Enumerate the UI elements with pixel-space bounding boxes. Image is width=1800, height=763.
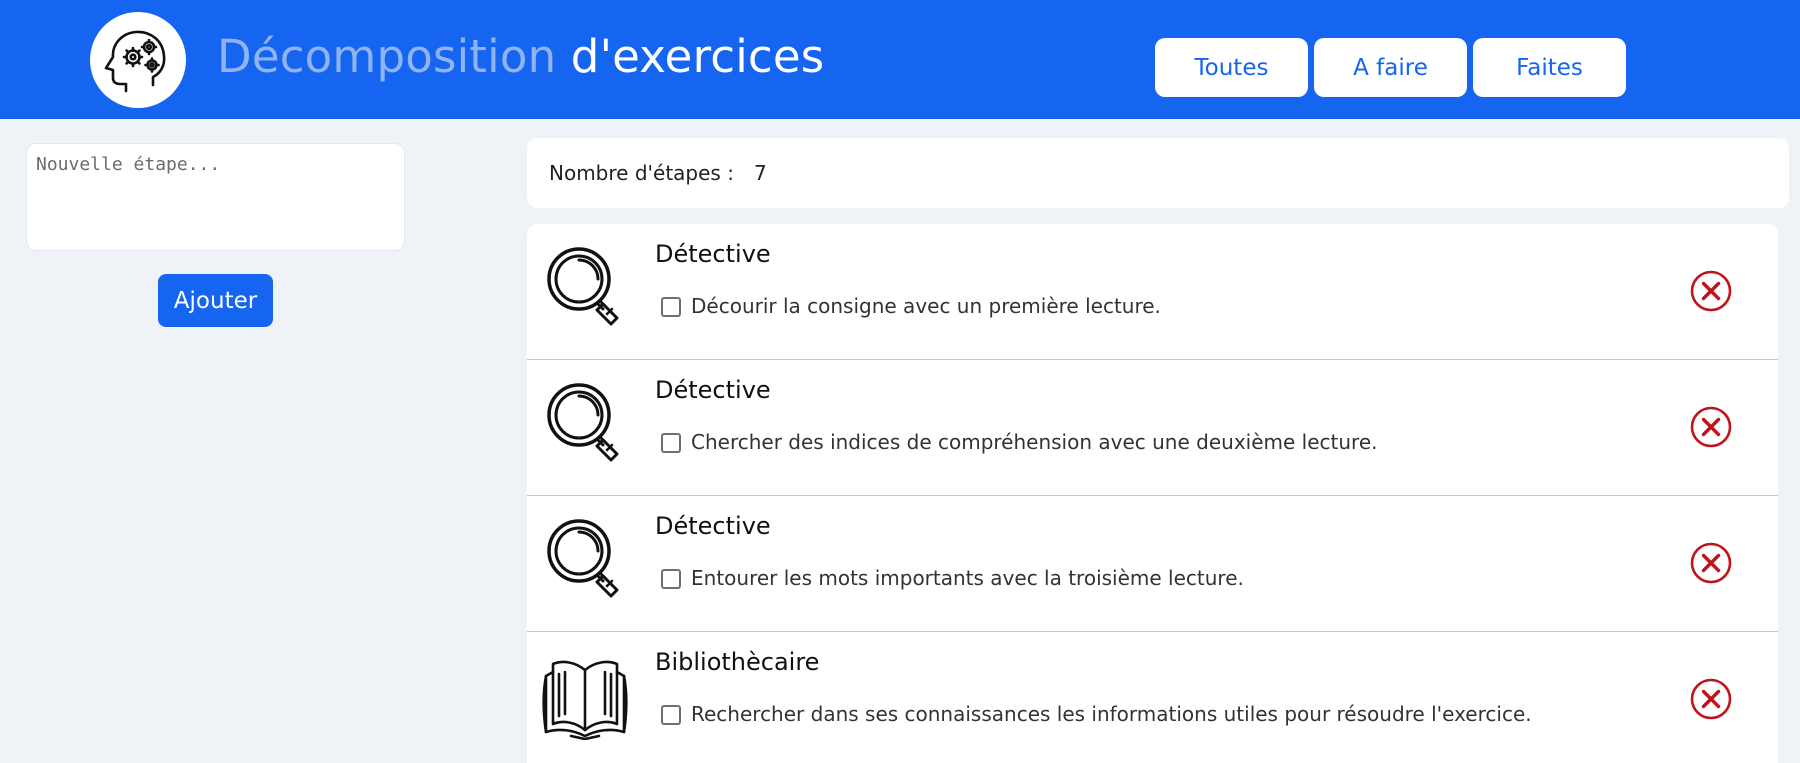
- app-header: Décomposition d'exercices Toutes A faire…: [0, 0, 1800, 119]
- delete-icon[interactable]: [1690, 678, 1732, 720]
- step-text: Décourir la consigne avec un première le…: [691, 294, 1161, 318]
- open-book-icon: [542, 660, 628, 740]
- new-step-input[interactable]: [26, 143, 405, 251]
- step-role: Détective: [655, 240, 771, 268]
- step-checkbox[interactable]: [661, 569, 681, 589]
- delete-icon[interactable]: [1690, 542, 1732, 584]
- step-text: Chercher des indices de compréhension av…: [691, 430, 1378, 454]
- delete-icon[interactable]: [1690, 270, 1732, 312]
- add-button[interactable]: Ajouter: [158, 274, 273, 327]
- filter-done-button[interactable]: Faites: [1473, 38, 1626, 97]
- step-count-label: Nombre d'étapes :: [549, 161, 734, 185]
- step-item: Détective Décourir la consigne avec un p…: [527, 224, 1778, 360]
- magnifier-icon: [547, 519, 619, 598]
- page-title-highlight: Décomposition: [217, 30, 557, 83]
- step-item: Détective Chercher des indices de compré…: [527, 360, 1778, 496]
- step-item: Bibliothècaire Rechercher dans ses conna…: [527, 632, 1778, 763]
- step-role: Bibliothècaire: [655, 648, 820, 676]
- filter-all-button[interactable]: Toutes: [1155, 38, 1308, 97]
- head-gears-icon: [104, 30, 166, 93]
- magnifier-icon: [547, 383, 619, 462]
- step-count-card: Nombre d'étapes : 7: [527, 138, 1789, 208]
- step-role: Détective: [655, 512, 771, 540]
- step-checkbox[interactable]: [661, 297, 681, 317]
- step-text: Rechercher dans ses connaissances les in…: [691, 702, 1532, 726]
- step-role: Détective: [655, 376, 771, 404]
- step-item: Détective Entourer les mots importants a…: [527, 496, 1778, 632]
- step-text: Entourer les mots importants avec la tro…: [691, 566, 1244, 590]
- step-list: Détective Décourir la consigne avec un p…: [527, 224, 1778, 763]
- logo: [90, 12, 186, 108]
- page-title: Décomposition d'exercices: [217, 30, 824, 83]
- magnifier-icon: [547, 247, 619, 326]
- step-checkbox[interactable]: [661, 433, 681, 453]
- page-title-rest: d'exercices: [556, 30, 825, 83]
- step-checkbox[interactable]: [661, 705, 681, 725]
- filter-todo-button[interactable]: A faire: [1314, 38, 1467, 97]
- step-count-value: 7: [753, 161, 767, 185]
- delete-icon[interactable]: [1690, 406, 1732, 448]
